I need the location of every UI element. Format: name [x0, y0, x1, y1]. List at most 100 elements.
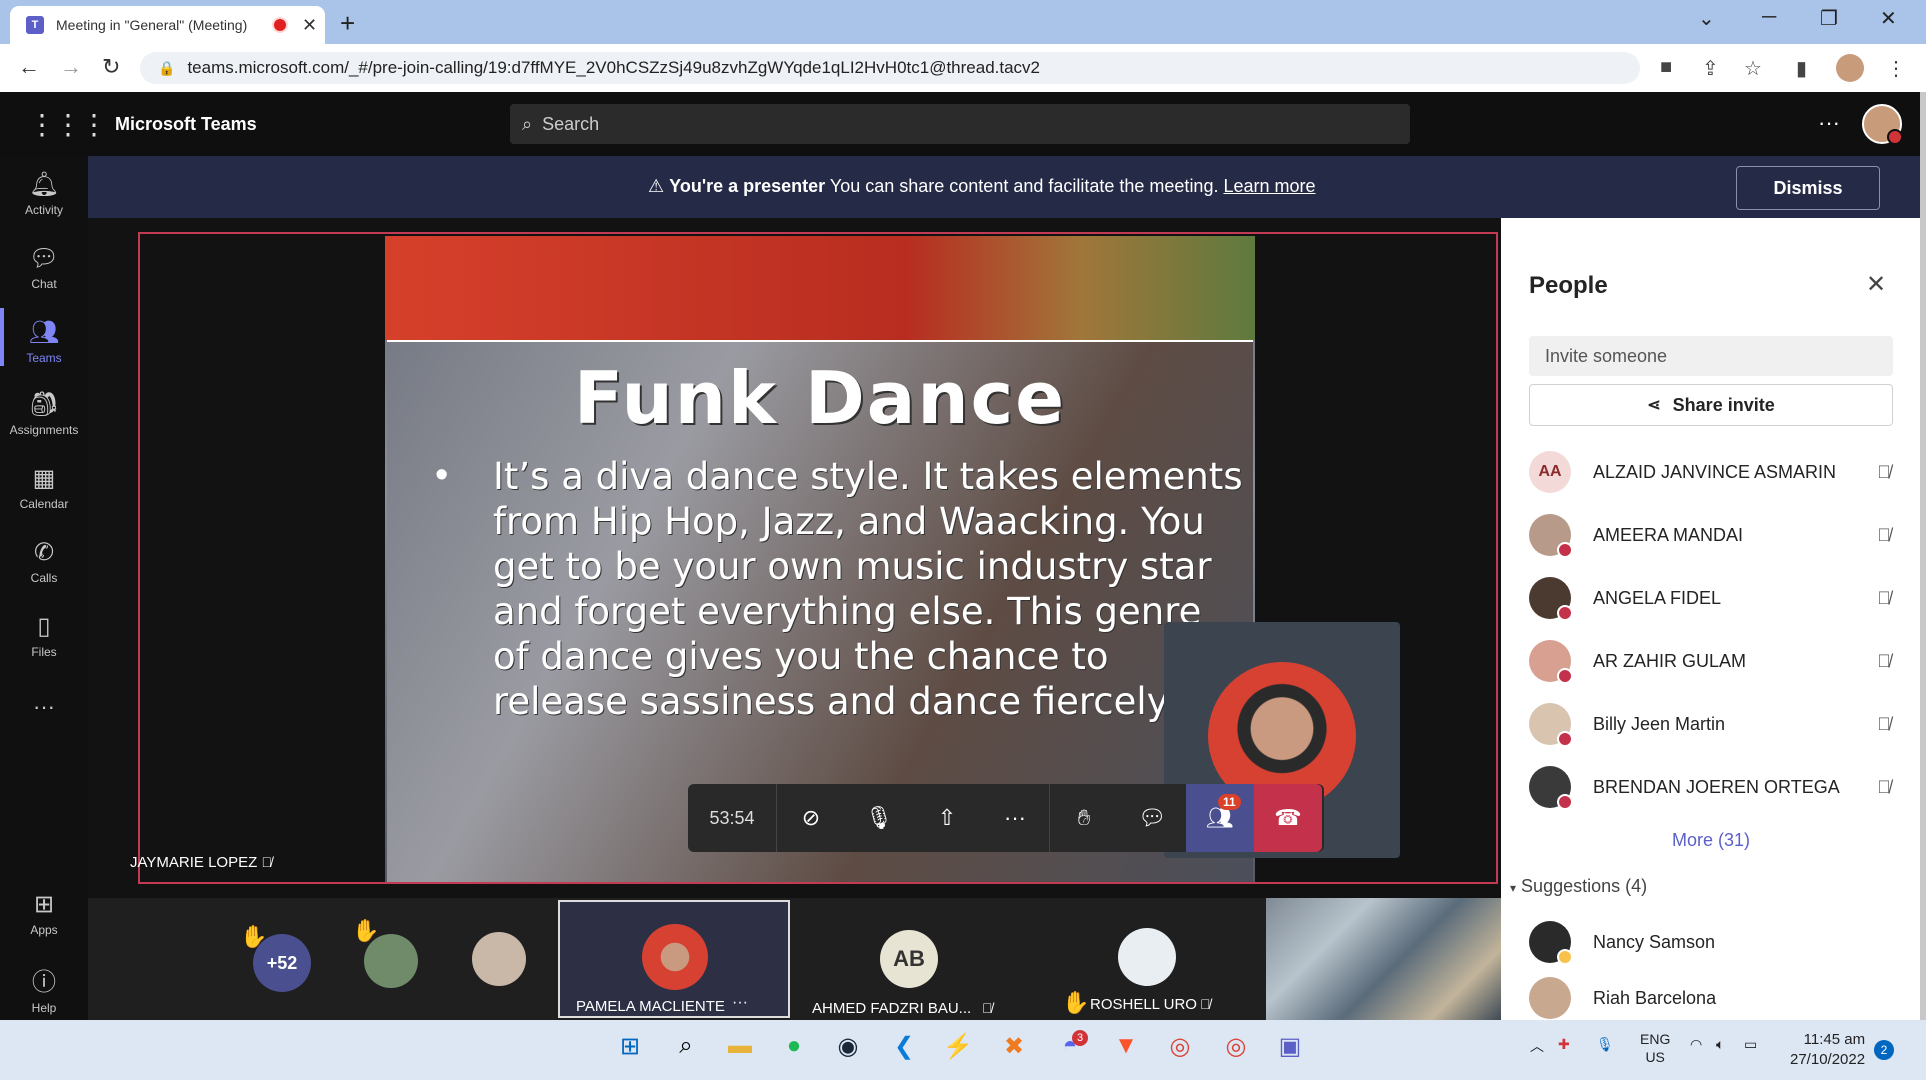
learn-more-link[interactable]: Learn more [1223, 176, 1315, 196]
file-explorer-icon[interactable]: ▬ [720, 1032, 760, 1060]
search-input[interactable]: ⌕ Search [510, 104, 1410, 144]
share-icon[interactable]: ⇪ [1702, 56, 1719, 81]
rail-teams[interactable]: 👥︎ Teams [0, 318, 88, 365]
participant-avatar[interactable] [1118, 928, 1176, 986]
notification-count[interactable]: 2 [1874, 1040, 1894, 1060]
mic-off-icon: 🎙̸ [982, 1000, 993, 1016]
clock[interactable]: 11:45 am 27/10/2022 [1790, 1030, 1865, 1070]
microphone-icon[interactable]: 🎙︎ [1596, 1036, 1614, 1053]
overflow-participants[interactable]: +52 [253, 934, 311, 992]
browser-menu-icon[interactable]: ⋮ [1886, 56, 1906, 81]
participant-avatar[interactable] [364, 934, 418, 988]
xampp-icon[interactable]: ✖ [994, 1032, 1034, 1061]
teams-taskbar-icon[interactable]: ▣ [1270, 1032, 1310, 1061]
people-list-item[interactable]: ANGELA FIDEL 🎙̸ [1529, 569, 1899, 627]
chat-button[interactable]: 💬︎ [1118, 784, 1186, 852]
apps-icon: ⊞ [33, 891, 55, 918]
bookmark-star-icon[interactable]: ☆ [1744, 56, 1762, 81]
vscode-icon[interactable]: ❮ [884, 1032, 924, 1061]
spotify-icon[interactable]: ● [774, 1032, 814, 1060]
participant-name: ROSHELL URO [1090, 996, 1197, 1013]
wifi-icon[interactable]: ◠ [1690, 1036, 1702, 1053]
raise-hand-button[interactable]: ✋︎ [1050, 784, 1118, 852]
search-icon[interactable]: ⌕ [666, 1032, 706, 1060]
camera-off-button[interactable]: ⊘ [777, 784, 845, 852]
people-list-item[interactable]: Billy Jeen Martin 🎙̸ [1529, 695, 1899, 753]
time: 11:45 am [1803, 1031, 1866, 1048]
show-hidden-icons[interactable]: ︿ [1530, 1036, 1544, 1056]
rail-apps[interactable]: ⊞ Apps [0, 890, 88, 937]
battery-icon[interactable]: ▭ [1744, 1036, 1757, 1053]
rail-more-apps-icon[interactable]: ··· [0, 694, 88, 720]
share-invite-button[interactable]: ⋖ Share invite [1529, 384, 1893, 426]
forward-button[interactable]: → [60, 54, 82, 80]
search-icon: ⌕ [522, 113, 533, 134]
leave-call-button[interactable]: ☎ [1254, 784, 1322, 852]
rail-help[interactable]: ⓘ Help [0, 962, 88, 1015]
tab-title: Meeting in "General" (Meeting) [56, 17, 248, 33]
steam-icon[interactable]: ◉ [828, 1032, 868, 1061]
suggestion-list-item[interactable]: Nancy Samson [1529, 913, 1899, 971]
new-tab-button[interactable]: + [340, 8, 355, 39]
mic-off-icon: 🎙̸ [261, 854, 272, 870]
people-list-item[interactable]: AMEERA MANDAI 🎙̸ [1529, 506, 1899, 564]
tray-app-icon[interactable]: ✚ [1558, 1036, 1570, 1053]
browser-tab[interactable]: T Meeting in "General" (Meeting) ✕ [10, 6, 325, 44]
people-list-item[interactable]: AR ZAHIR GULAM 🎙̸ [1529, 632, 1899, 690]
chrome-icon[interactable]: ◎ [1160, 1032, 1200, 1061]
share-content-button[interactable]: ⇧ [913, 784, 981, 852]
more-people-link[interactable]: More (31) [1672, 830, 1750, 851]
user-avatar[interactable] [1862, 104, 1903, 145]
url-field[interactable]: 🔒 teams.microsoft.com/_#/pre-join-callin… [140, 52, 1640, 84]
rail-activity[interactable]: 🔔︎ Activity [0, 170, 88, 217]
people-list-item[interactable]: AA ALZAID JANVINCE ASMARIN 🎙̸ [1529, 443, 1899, 501]
restore-button[interactable]: ❐ [1820, 6, 1838, 31]
tab-close-icon[interactable]: ✕ [302, 15, 317, 36]
reload-button[interactable]: ↻ [102, 54, 120, 80]
minimize-button[interactable]: ─ [1762, 6, 1776, 29]
brave-icon[interactable]: ▼ [1106, 1032, 1146, 1060]
start-windows-icon[interactable]: ⊞ [610, 1032, 650, 1061]
participants-button[interactable]: 👥︎ 11 [1186, 784, 1254, 852]
camera-icon[interactable]: ■ [1660, 56, 1672, 79]
settings-more-icon[interactable]: ··· [1818, 110, 1840, 136]
window-close-button[interactable]: ✕ [1880, 6, 1897, 31]
people-list-item[interactable]: BRENDAN JOEREN ORTEGA 🎙̸ [1529, 758, 1899, 816]
suggestion-list-item[interactable]: Riah Barcelona [1529, 976, 1899, 1020]
app-launcher-icon[interactable]: ⋮⋮⋮ [28, 108, 108, 141]
person-name: BRENDAN JOEREN ORTEGA [1593, 776, 1840, 797]
participant-tile-selected[interactable]: PAMELA MACLIENTE ··· [558, 900, 790, 1018]
chevron-down-icon: ▾ [1510, 881, 1517, 895]
participant-avatar [642, 924, 708, 990]
presence-icon [1557, 731, 1573, 747]
person-avatar [1529, 577, 1573, 621]
rail-assignments[interactable]: 🎒︎ Assignments [0, 390, 88, 437]
invite-input[interactable]: Invite someone [1529, 336, 1893, 376]
rail-calls[interactable]: ✆ Calls [0, 538, 88, 585]
tab-search-icon[interactable]: ⌄ [1698, 6, 1715, 31]
tile-more-icon[interactable]: ··· [732, 994, 748, 1012]
mic-off-button[interactable]: 🎙︎ [845, 784, 913, 852]
messenger-icon[interactable]: ⚡ [938, 1032, 978, 1061]
volume-icon[interactable]: 🔈︎ [1716, 1036, 1724, 1053]
back-button[interactable]: ← [18, 54, 40, 80]
share-icon: ⋖ [1647, 397, 1661, 414]
suggestions-header[interactable]: ▾ Suggestions (4) [1510, 876, 1647, 897]
participant-avatar[interactable] [472, 932, 526, 986]
more-actions-button[interactable]: ··· [981, 784, 1050, 852]
side-panel-icon[interactable]: ▮ [1796, 56, 1807, 81]
participant-initials-avatar[interactable]: AB [880, 930, 938, 988]
presenter-banner: ⚠ You're a presenter You can share conte… [88, 156, 1920, 218]
call-controls: 53:54 ⊘ 🎙︎ ⇧ ··· ✋︎ 💬︎ 👥︎ 11 ☎ [688, 784, 1324, 852]
page-scrollbar[interactable] [1920, 92, 1926, 1020]
chat-icon: 💬︎ [1138, 805, 1166, 830]
close-panel-icon[interactable]: ✕ [1866, 270, 1886, 299]
dismiss-button[interactable]: Dismiss [1736, 166, 1880, 210]
language-indicator[interactable]: ENG US [1640, 1030, 1670, 1066]
video-grid-tile[interactable] [1266, 898, 1501, 1020]
rail-chat[interactable]: 💬︎ Chat [0, 244, 88, 291]
browser-profile-avatar[interactable] [1836, 54, 1864, 82]
rail-calendar[interactable]: ▦ Calendar [0, 464, 88, 511]
rail-files[interactable]: ▯ Files [0, 612, 88, 659]
chrome-profile-icon[interactable]: ◎ [1216, 1032, 1256, 1061]
